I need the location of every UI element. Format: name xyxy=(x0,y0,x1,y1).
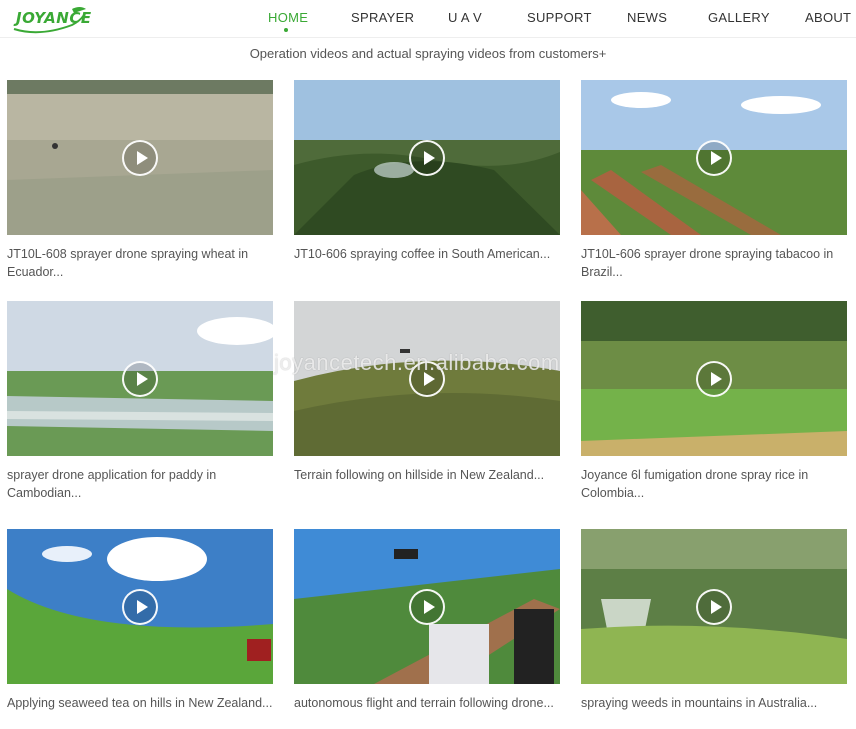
video-caption[interactable]: Applying seaweed tea on hills in New Zea… xyxy=(7,694,273,712)
video-caption[interactable]: autonomous flight and terrain following … xyxy=(294,694,560,712)
play-icon[interactable] xyxy=(696,139,732,176)
active-nav-indicator xyxy=(284,28,288,32)
main-nav: HOME SPRAYER U A V SUPPORT NEWS GALLERY … xyxy=(0,10,856,30)
video-card[interactable]: sprayer drone application for paddy in C… xyxy=(7,301,273,502)
video-thumbnail[interactable] xyxy=(294,80,560,235)
video-thumbnail[interactable] xyxy=(7,529,273,684)
video-card[interactable]: Applying seaweed tea on hills in New Zea… xyxy=(7,529,273,712)
video-caption[interactable]: Joyance 6l fumigation drone spray rice i… xyxy=(581,466,847,502)
play-icon[interactable] xyxy=(409,588,445,625)
play-icon[interactable] xyxy=(409,139,445,176)
play-icon[interactable] xyxy=(122,360,158,397)
play-icon[interactable] xyxy=(122,588,158,625)
nav-news[interactable]: NEWS xyxy=(627,10,667,25)
video-thumbnail[interactable] xyxy=(7,80,273,235)
video-card[interactable]: Joyance 6l fumigation drone spray rice i… xyxy=(581,301,847,502)
play-icon[interactable] xyxy=(122,139,158,176)
video-thumbnail[interactable] xyxy=(294,301,560,456)
video-card[interactable]: Terrain following on hillside in New Zea… xyxy=(294,301,560,484)
video-card[interactable]: JT10L-608 sprayer drone spraying wheat i… xyxy=(7,80,273,281)
video-thumbnail[interactable] xyxy=(7,301,273,456)
video-caption[interactable]: JT10L-606 sprayer drone spraying tabacoo… xyxy=(581,245,847,281)
nav-gallery[interactable]: GALLERY xyxy=(708,10,770,25)
nav-support[interactable]: SUPPORT xyxy=(527,10,592,25)
video-caption[interactable]: sprayer drone application for paddy in C… xyxy=(7,466,273,502)
nav-sprayer[interactable]: SPRAYER xyxy=(351,10,414,25)
video-card[interactable]: JT10L-606 sprayer drone spraying tabacoo… xyxy=(581,80,847,281)
video-caption[interactable]: JT10-606 spraying coffee in South Americ… xyxy=(294,245,560,263)
nav-uav[interactable]: U A V xyxy=(448,10,482,25)
site-header: JOYANCE HOME SPRAYER U A V SUPPORT NEWS … xyxy=(0,0,856,38)
section-subtitle: Operation videos and actual spraying vid… xyxy=(249,46,607,61)
video-thumbnail[interactable] xyxy=(581,301,847,456)
video-caption[interactable]: Terrain following on hillside in New Zea… xyxy=(294,466,560,484)
video-thumbnail[interactable] xyxy=(581,529,847,684)
video-thumbnail[interactable] xyxy=(294,529,560,684)
video-card[interactable]: JT10-606 spraying coffee in South Americ… xyxy=(294,80,560,263)
video-card[interactable]: autonomous flight and terrain following … xyxy=(294,529,560,712)
nav-home[interactable]: HOME xyxy=(268,10,308,25)
nav-about[interactable]: ABOUT xyxy=(805,10,851,25)
video-card[interactable]: spraying weeds in mountains in Australia… xyxy=(581,529,847,712)
play-icon[interactable] xyxy=(696,360,732,397)
play-icon[interactable] xyxy=(696,588,732,625)
video-caption[interactable]: JT10L-608 sprayer drone spraying wheat i… xyxy=(7,245,273,281)
watermark: joyancetech.en.alibaba.com xyxy=(274,350,560,375)
video-caption[interactable]: spraying weeds in mountains in Australia… xyxy=(581,694,847,712)
video-thumbnail[interactable] xyxy=(581,80,847,235)
